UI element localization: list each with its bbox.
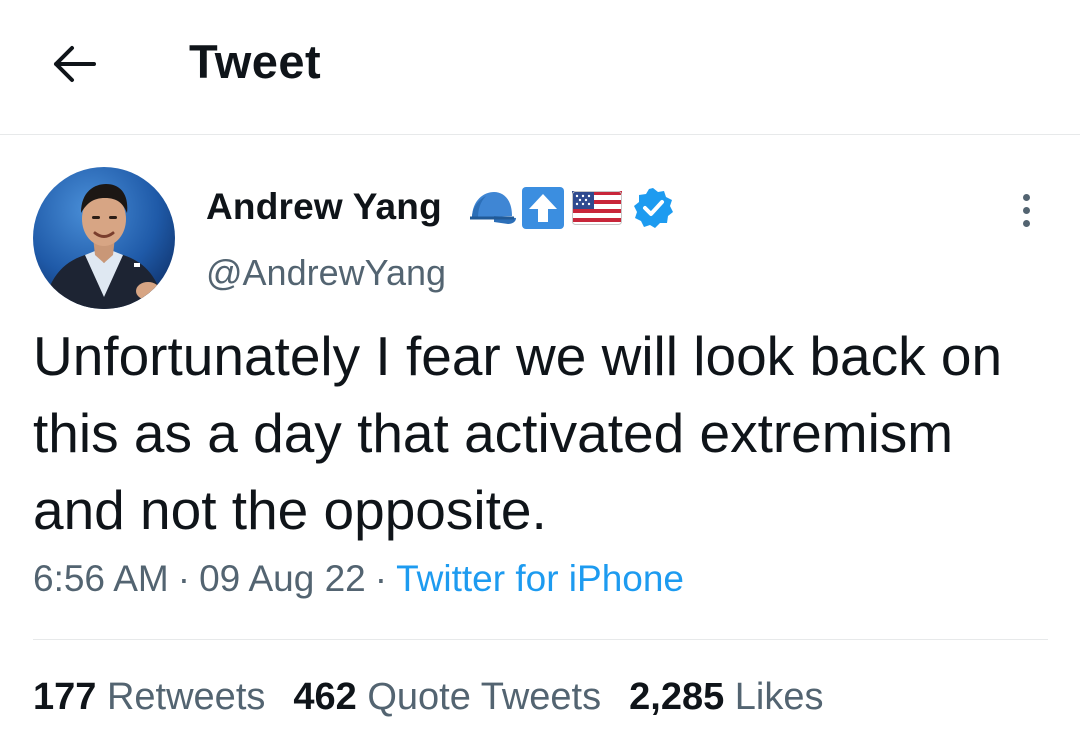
tweet-metadata: 6:56 AM · 09 Aug 22 · Twitter for iPhone (33, 558, 684, 600)
likes-count: 2,285 (629, 676, 725, 718)
more-options-button[interactable] (1008, 186, 1044, 234)
likes-label: Likes (734, 676, 824, 718)
back-button[interactable] (44, 36, 104, 92)
more-dot (1022, 219, 1030, 227)
arrow-left-icon (54, 46, 96, 82)
verified-badge-icon (631, 186, 675, 230)
page-title: Tweet (189, 35, 322, 88)
more-dot (1022, 206, 1030, 214)
meta-separator: · (374, 558, 388, 599)
avatar-image (33, 167, 175, 309)
divider (33, 639, 1048, 640)
likes-stat[interactable]: 2,285 Likes (629, 676, 823, 718)
tweet-text: Unfortunately I fear we will look back o… (33, 325, 1003, 541)
top-app-bar: Tweet (0, 0, 1080, 135)
author-handle[interactable]: @AndrewYang (206, 252, 446, 294)
retweets-label: Retweets (106, 676, 266, 718)
up-arrow-emoji (521, 186, 565, 230)
meta-separator: · (177, 558, 191, 599)
tweet-source-link[interactable]: Twitter for iPhone (396, 558, 684, 599)
tweet-stats: 177 Retweets 462 Quote Tweets 2,285 Likes (33, 676, 852, 719)
tweet-date[interactable]: 09 Aug 22 (199, 558, 366, 599)
author-name[interactable]: Andrew Yang (206, 186, 442, 228)
cap-emoji (468, 186, 518, 230)
quote-tweets-label: Quote Tweets (367, 676, 602, 718)
tweet-detail-page: Tweet Andrew Yang @AndrewYang Unfortunat… (0, 0, 1080, 756)
quote-tweets-count: 462 (293, 676, 357, 718)
retweets-stat[interactable]: 177 Retweets (33, 676, 265, 718)
retweets-count: 177 (33, 676, 97, 718)
author-avatar[interactable] (33, 167, 175, 309)
more-dots-icon (1022, 193, 1030, 201)
us-flag-emoji (572, 186, 622, 230)
quote-tweets-stat[interactable]: 462 Quote Tweets (293, 676, 601, 718)
tweet-time[interactable]: 6:56 AM (33, 558, 169, 599)
